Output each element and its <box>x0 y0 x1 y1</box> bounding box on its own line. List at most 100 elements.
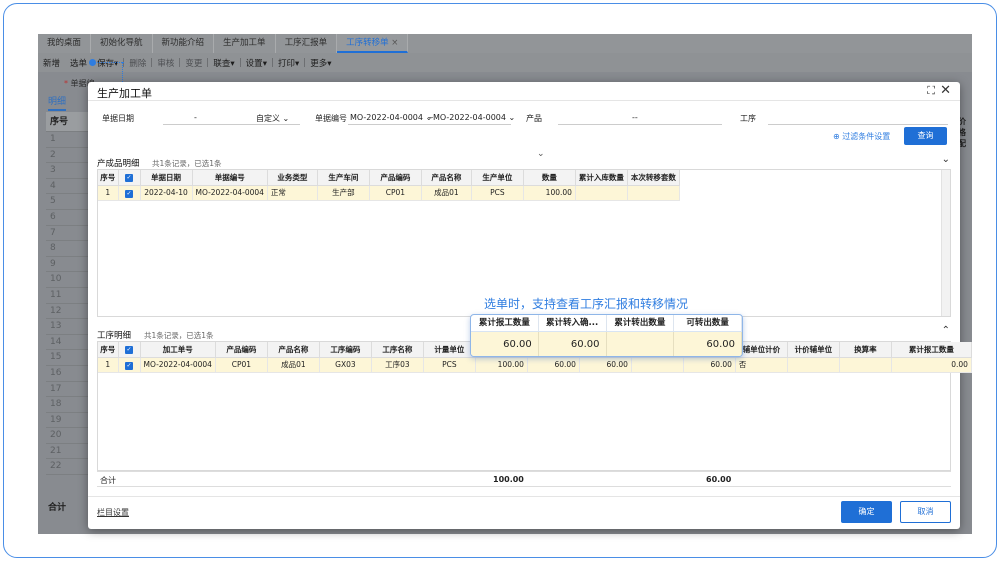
toolbar: 新增 选单 保存▾ 删除 审核 变更 联查▾ 设置▾ 打印▾ 更多▾ <box>38 53 972 72</box>
product-cell: 生产部 <box>317 185 370 201</box>
process-cell: 1 <box>98 357 119 373</box>
process-input[interactable] <box>768 124 948 125</box>
callout-column-header: 累计报工数量 <box>471 315 539 331</box>
tab-process-transfer[interactable]: 工序转移单 × <box>337 34 409 53</box>
audit-button[interactable]: 审核 <box>152 57 179 69</box>
callout-value: 60.00 <box>674 332 742 356</box>
product-label: 产品 <box>526 114 542 123</box>
product-column-header: 生产车间 <box>317 170 370 186</box>
background-total: 合计 <box>48 503 67 513</box>
row-checkbox[interactable]: ✓ <box>118 185 141 201</box>
table-row[interactable]: 1 ✓ 2022-04-10 MO-2022-04-0004 正常 生产部 CP01 成品01… <box>98 185 680 201</box>
filter-settings-label: 过滤条件设置 <box>842 132 891 141</box>
filter-settings-link[interactable]: ⊕ 过滤条件设置 <box>833 131 890 142</box>
chevron-down-icon: ▾ <box>294 58 300 69</box>
product-cell <box>575 185 628 201</box>
link-query-button[interactable]: 联查▾ <box>208 57 239 69</box>
callout-value-row: 60.00 60.00 60.00 <box>471 332 742 356</box>
process-cell: 100.00 <box>475 357 528 373</box>
tab-bar: 我的桌面 初始化导航 新功能介绍 生产加工单 工序汇报单 工序转移单 × <box>38 34 972 53</box>
settings-button[interactable]: 设置▾ <box>241 57 272 69</box>
process-total-row: 合计 100.00 60.00 <box>97 471 951 487</box>
product-cell: 100.00 <box>523 185 576 201</box>
query-button[interactable]: 查询 <box>904 127 947 145</box>
chevron-down-icon: ▾ <box>114 58 119 69</box>
callout-value: 60.00 <box>539 332 607 356</box>
checkbox-checked-icon: ✓ <box>125 361 133 370</box>
column-settings-link[interactable]: 栏目设置 <box>97 507 129 518</box>
settings-label: 设置 <box>245 58 263 69</box>
row-checkbox[interactable]: ✓ <box>118 357 141 373</box>
process-label: 工序 <box>740 114 756 123</box>
product-column-header: 序号 <box>98 170 119 186</box>
highlight-callout: 累计报工数量 累计转入确... 累计转出数量 可转出数量 60.00 60.00 60.0… <box>470 314 743 357</box>
tab-production-order[interactable]: 生产加工单 <box>214 34 276 53</box>
order-no-label: 单据编号 <box>315 114 347 123</box>
more-button[interactable]: 更多▾ <box>305 57 336 69</box>
process-column-header: 计价辅单位 <box>787 342 840 358</box>
collapse-filter-icon[interactable]: ⌄ <box>537 149 545 159</box>
dialog-header-divider <box>88 100 960 101</box>
callout-caption: 选单时，支持查看工序汇报和转移情况 <box>484 297 689 311</box>
process-column-header: 产品编码 <box>215 342 268 358</box>
order-no-from-value: MO-2022-04-0004 <box>350 113 423 122</box>
print-button[interactable]: 打印▾ <box>273 57 304 69</box>
date-label: 单据日期 <box>102 114 134 123</box>
chevron-up-icon[interactable]: ⌃ <box>942 325 950 336</box>
close-icon[interactable]: × <box>391 38 398 48</box>
select-order-button[interactable]: 选单 <box>65 57 92 69</box>
add-button[interactable]: 新增 <box>38 57 65 69</box>
product-grid-scrollbar[interactable] <box>941 170 950 316</box>
chevron-down-icon: ⌄ <box>508 113 516 122</box>
cancel-button[interactable]: 取消 <box>900 501 951 523</box>
process-column-header: 工序编码 <box>319 342 372 358</box>
order-no-to-input[interactable]: MO-2022-04-0004 ⌄ <box>433 113 515 122</box>
order-no-from-input[interactable]: MO-2022-04-0004 ⌄ <box>350 113 432 122</box>
product-range-input[interactable] <box>558 124 722 125</box>
product-column-header: 本次转移套数 <box>627 170 680 186</box>
process-column-header: 辅单位计价 <box>735 342 788 358</box>
expand-icon[interactable]: ⛶ <box>927 84 935 98</box>
tab-new-features[interactable]: 新功能介绍 <box>153 34 215 53</box>
checkbox-checked-icon: ✓ <box>125 189 133 198</box>
select-all-checkbox[interactable]: ✓ <box>118 170 141 186</box>
process-column-header: 累计报工数量 <box>891 342 972 358</box>
process-cell <box>787 357 840 373</box>
process-cell: 0.00 <box>891 357 972 373</box>
date-mode-select[interactable]: 自定义 ⌄ <box>256 113 289 124</box>
callout-column-header: 累计转出数量 <box>607 315 675 331</box>
callout-value <box>607 332 675 356</box>
product-column-header: 产品编码 <box>369 170 422 186</box>
process-cell <box>839 357 892 373</box>
process-cell: 60.00 <box>683 357 736 373</box>
background-right-column: 价格配 <box>958 117 966 148</box>
process-column-header: 加工单号 <box>140 342 216 358</box>
process-cell: 否 <box>735 357 788 373</box>
pointer-line-vertical <box>122 62 123 84</box>
change-button[interactable]: 变更 <box>180 57 207 69</box>
date-mode-underline <box>248 124 300 125</box>
process-column-header: 序号 <box>98 342 119 358</box>
total-qty: 100.00 <box>493 475 524 484</box>
product-cell <box>627 185 680 201</box>
product-cell: CP01 <box>369 185 422 201</box>
process-cell: 60.00 <box>527 357 580 373</box>
detail-tab[interactable]: 明细 <box>48 94 67 111</box>
delete-button[interactable]: 删除 <box>124 57 151 69</box>
product-cell: MO-2022-04-0004 <box>192 185 268 201</box>
confirm-button[interactable]: 确定 <box>841 501 892 523</box>
table-row[interactable]: 1 ✓ MO-2022-04-0004 CP01 成品01 GX03 工序03 PCS 100.… <box>98 357 972 373</box>
dialog-title: 生产加工单 <box>97 87 152 100</box>
tab-desktop[interactable]: 我的桌面 <box>38 34 92 53</box>
process-column-header: 产品名称 <box>267 342 320 358</box>
close-icon[interactable]: ✕ <box>940 83 951 98</box>
tab-init-nav[interactable]: 初始化导航 <box>91 34 153 53</box>
order-no-underline <box>348 124 511 125</box>
tab-process-report[interactable]: 工序汇报单 <box>276 34 338 53</box>
print-label: 打印 <box>277 58 295 69</box>
product-cell: 正常 <box>267 185 318 201</box>
chevron-down-icon[interactable]: ⌄ <box>942 154 950 165</box>
product-section-title: 产成品明细 <box>97 159 140 169</box>
select-all-checkbox[interactable]: ✓ <box>118 342 141 358</box>
product-cell: 成品01 <box>421 185 472 201</box>
